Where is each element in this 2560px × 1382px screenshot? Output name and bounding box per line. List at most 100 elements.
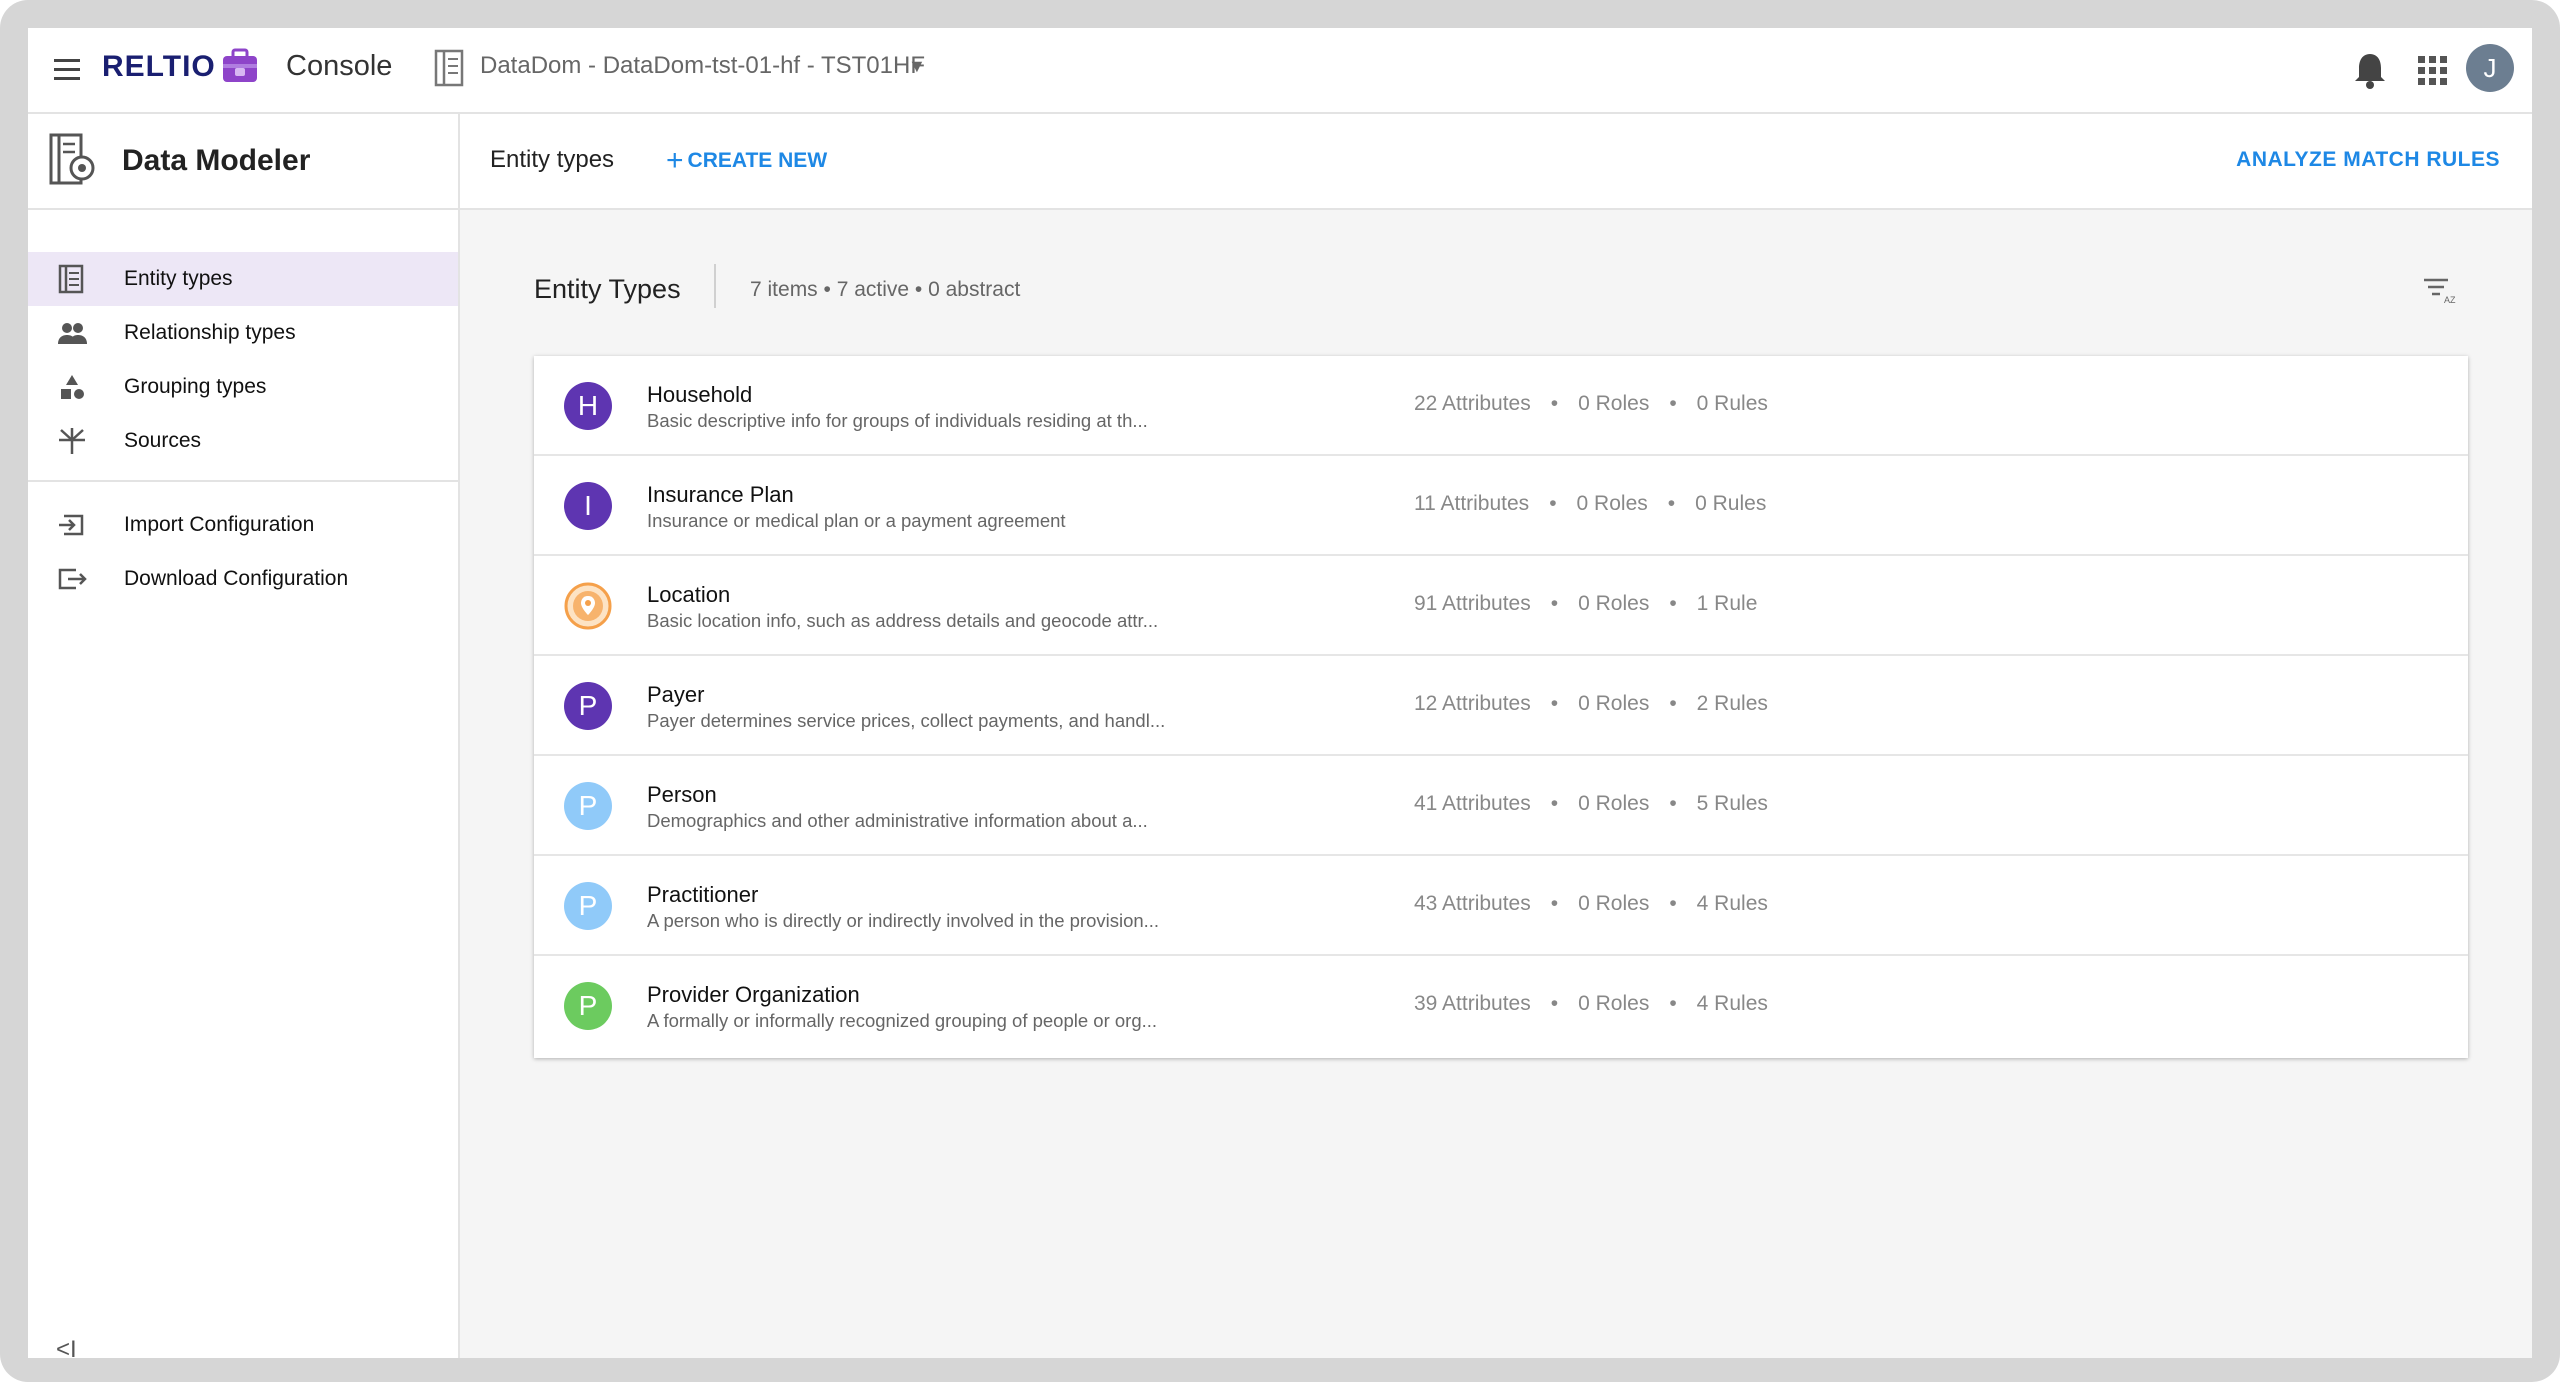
create-new-label: CREATE NEW xyxy=(687,149,828,172)
brand-logo: RELTIO xyxy=(102,50,216,83)
sidebar-item-download-configuration[interactable]: Download Configuration xyxy=(28,552,458,606)
entity-avatar: P xyxy=(564,982,612,1030)
entity-name: Household xyxy=(647,382,753,407)
sidebar-item-grouping-types[interactable]: Grouping types xyxy=(28,360,458,414)
sidebar-item-label: Grouping types xyxy=(124,375,267,398)
rules-count: 2 Rules xyxy=(1696,692,1768,715)
entity-description: Demographics and other administrative in… xyxy=(647,810,1148,831)
entity-name: Provider Organization xyxy=(647,982,860,1007)
sidebar-item-label: Sources xyxy=(124,429,202,452)
people-icon xyxy=(58,323,87,344)
entity-description: Payer determines service prices, collect… xyxy=(647,710,1166,731)
entity-avatar: I xyxy=(564,482,612,530)
top-bar: RELTIO Console DataDom - DataDom-tst-01-… xyxy=(28,28,2532,114)
sidebar-divider xyxy=(28,480,458,482)
data-modeler-icon xyxy=(49,133,95,185)
sidebar-item-entity-types[interactable]: Entity types xyxy=(28,252,458,306)
entity-types-icon xyxy=(58,264,84,294)
separator-dot: • xyxy=(1669,392,1677,415)
entity-stats: 22 Attributes • 0 Roles • 0 Rules xyxy=(1414,392,1768,416)
create-new-button[interactable]: + CREATE NEW xyxy=(666,144,827,178)
entity-avatar: P xyxy=(564,682,612,730)
title-divider xyxy=(714,264,716,308)
entity-name: Insurance Plan xyxy=(647,482,794,507)
separator-dot: • xyxy=(1550,592,1559,615)
tenant-icon xyxy=(434,49,464,87)
entity-row[interactable]: I Insurance Plan Insurance or medical plan… xyxy=(534,456,2468,556)
sort-az-icon[interactable]: AZ xyxy=(2420,274,2460,306)
rules-count: 5 Rules xyxy=(1696,792,1768,815)
roles-count: 0 Roles xyxy=(1578,792,1650,815)
separator-dot: • xyxy=(1550,892,1559,915)
entity-row[interactable]: P Practitioner A person who is directly or… xyxy=(534,856,2468,956)
separator-dot: • xyxy=(1549,492,1557,515)
entity-avatar: H xyxy=(564,382,612,430)
tenant-selector[interactable]: DataDom - DataDom-tst-01-hf - TST01HF xyxy=(480,52,925,80)
import-icon xyxy=(59,514,84,536)
sidebar-item-label: Entity types xyxy=(124,267,233,290)
sidebar-item-sources[interactable]: Sources xyxy=(28,414,458,468)
analyze-match-rules-button[interactable]: ANALYZE MATCH RULES xyxy=(2236,148,2500,172)
entity-stats: 11 Attributes • 0 Roles • 0 Rules xyxy=(1414,492,1766,516)
sidebar-title: Data Modeler xyxy=(122,144,311,177)
entity-description: Insurance or medical plan or a payment a… xyxy=(647,510,1066,531)
app-window: RELTIO Console DataDom - DataDom-tst-01-… xyxy=(28,28,2532,1358)
entity-types-list: H Household Basic descriptive info for gro… xyxy=(534,356,2468,1058)
chevron-down-icon[interactable]: ▼ xyxy=(908,56,926,77)
entity-row[interactable]: P Payer Payer determines service prices, c… xyxy=(534,656,2468,756)
download-icon xyxy=(58,568,87,590)
entity-avatar: P xyxy=(564,882,612,930)
sidebar-item-import-configuration[interactable]: Import Configuration xyxy=(28,498,458,552)
entity-stats: 41 Attributes • 0 Roles • 5 Rules xyxy=(1414,792,1768,816)
rules-count: 0 Rules xyxy=(1695,492,1767,515)
entity-description: A formally or informally recognized grou… xyxy=(647,1010,1158,1031)
attributes-count: 11 Attributes xyxy=(1414,492,1530,515)
menu-icon[interactable] xyxy=(48,52,88,88)
sidebar-item-label: Relationship types xyxy=(124,321,296,344)
console-label: Console xyxy=(286,50,393,82)
entity-stats: 43 Attributes • 0 Roles • 4 Rules xyxy=(1414,892,1768,916)
entity-description: Basic descriptive info for groups of ind… xyxy=(647,410,1148,431)
separator-dot: • xyxy=(1550,392,1559,415)
separator-dot: • xyxy=(1550,992,1559,1015)
separator-dot: • xyxy=(1550,692,1559,715)
entity-name: Practitioner xyxy=(647,882,759,907)
entity-row[interactable]: P Provider Organization A formally or info… xyxy=(534,956,2468,1056)
svg-text:AZ: AZ xyxy=(2444,295,2456,305)
list-title: Entity Types xyxy=(534,274,681,304)
sidebar-item-label: Download Configuration xyxy=(124,567,349,590)
roles-count: 0 Roles xyxy=(1578,392,1650,415)
shapes-icon xyxy=(61,375,84,399)
entity-stats: 12 Attributes • 0 Roles • 2 Rules xyxy=(1414,692,1768,716)
sidebar-item-label: Import Configuration xyxy=(124,513,315,536)
entity-name: Payer xyxy=(647,682,705,707)
rules-count: 1 Rule xyxy=(1696,592,1758,615)
roles-count: 0 Roles xyxy=(1578,592,1650,615)
location-pin-icon xyxy=(564,582,612,630)
attributes-count: 22 Attributes xyxy=(1414,392,1531,415)
main-header: Entity types + CREATE NEW ANALYZE MATCH R… xyxy=(460,114,2532,210)
entity-name: Person xyxy=(647,782,717,807)
main-content: Entity types + CREATE NEW ANALYZE MATCH R… xyxy=(460,114,2532,1358)
entity-row[interactable]: P Person Demographics and other administra… xyxy=(534,756,2468,856)
entity-stats: 91 Attributes • 0 Roles • 1 Rule xyxy=(1414,592,1757,616)
apps-grid-icon[interactable] xyxy=(2412,50,2452,90)
entity-description: A person who is directly or indirectly i… xyxy=(647,910,1160,931)
sidebar-header: Data Modeler xyxy=(28,114,458,210)
user-avatar[interactable]: J xyxy=(2466,44,2514,92)
attributes-count: 41 Attributes xyxy=(1414,792,1531,815)
attributes-count: 43 Attributes xyxy=(1414,892,1531,915)
separator-dot: • xyxy=(1669,992,1677,1015)
attributes-count: 39 Attributes xyxy=(1414,992,1531,1015)
roles-count: 0 Roles xyxy=(1578,892,1650,915)
separator-dot: • xyxy=(1550,792,1559,815)
collapse-sidebar-button[interactable]: <I xyxy=(56,1336,77,1358)
entity-description: Basic location info, such as address det… xyxy=(647,610,1159,631)
entity-row[interactable]: Location Basic location info, such as add… xyxy=(534,556,2468,656)
page-title: Entity types xyxy=(490,146,615,173)
entity-row[interactable]: H Household Basic descriptive info for gro… xyxy=(534,356,2468,456)
sources-icon xyxy=(59,428,85,454)
sidebar: Data Modeler Entity types Relationship t… xyxy=(28,114,460,1358)
sidebar-item-relationship-types[interactable]: Relationship types xyxy=(28,306,458,360)
bell-icon[interactable] xyxy=(2350,48,2390,92)
